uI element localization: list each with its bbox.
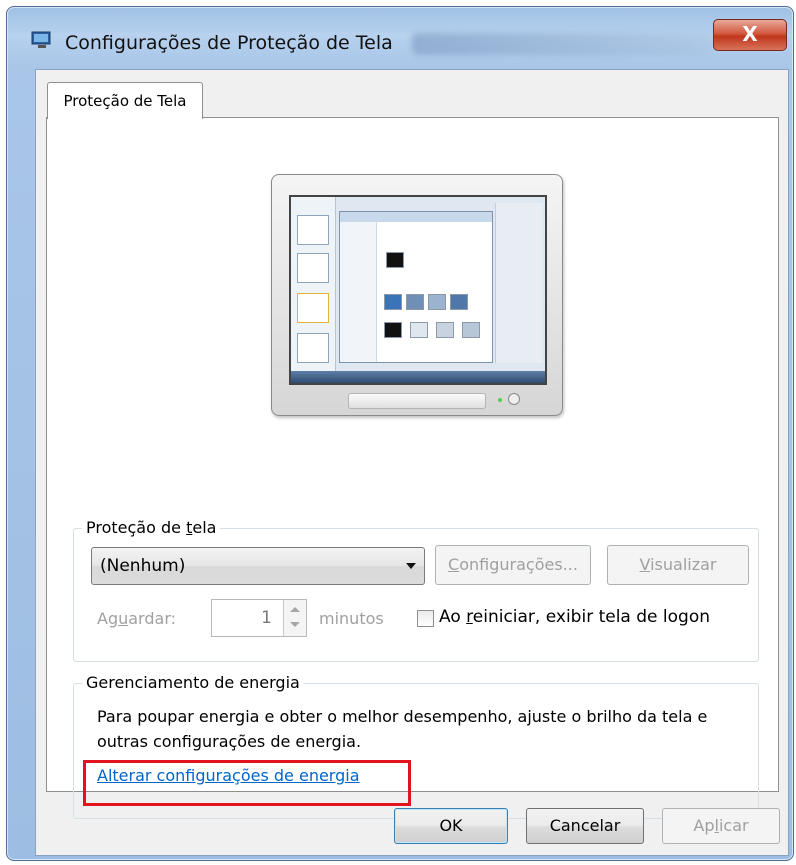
preview-inner-window [339, 211, 493, 363]
stepper-down-icon[interactable] [290, 622, 300, 627]
logon-on-resume-checkbox[interactable] [417, 610, 434, 627]
background-window-blur [412, 33, 712, 55]
tab-panel: Proteção de tela (Nenhum) Configurações.… [46, 117, 779, 819]
screensaver-app-icon [31, 31, 51, 48]
window-title: Configurações de Proteção de Tela [65, 32, 393, 54]
logon-on-resume-label[interactable]: Ao reiniciar, exibir tela de logon [439, 607, 710, 627]
preview-slide-thumb [297, 333, 329, 363]
preview-thumb [428, 294, 446, 310]
monitor-preview [271, 174, 563, 416]
preview-thumb [386, 252, 404, 268]
preview-side-panel [495, 203, 542, 363]
chevron-down-icon [406, 563, 416, 569]
power-group-label: Gerenciamento de energia [82, 673, 304, 692]
preview-thumb [384, 322, 402, 338]
preview-thumb [406, 294, 424, 310]
preview-taskbar [291, 371, 545, 383]
preview-slide-thumb [297, 215, 329, 245]
title-bar[interactable]: Configurações de Proteção de Tela X [7, 7, 793, 67]
preview-slide-pane [291, 197, 336, 383]
preview-thumb [450, 294, 468, 310]
settings-button[interactable]: Configurações... [435, 545, 591, 585]
preview-window-bar [340, 212, 492, 222]
tab-protecao-de-tela[interactable]: Proteção de Tela [47, 82, 203, 119]
close-button[interactable]: X [713, 19, 787, 51]
wait-minutes-stepper[interactable]: 1 [211, 599, 307, 637]
preview-thumb [410, 322, 428, 338]
preview-slide-thumb [297, 293, 329, 323]
stepper-up-icon[interactable] [290, 607, 300, 612]
preview-nav-pane [340, 222, 377, 362]
dialog-window: Configurações de Proteção de Tela X Prot… [6, 6, 794, 861]
ok-button[interactable]: OK [394, 808, 508, 844]
screensaver-group-label: Proteção de tela [82, 518, 221, 537]
apply-button[interactable]: Aplicar [662, 808, 780, 844]
cancel-button[interactable]: Cancelar [526, 808, 644, 844]
screensaver-select-value: (Nenhum) [100, 556, 186, 576]
minutes-label: minutos [319, 609, 384, 628]
preview-slide-thumb [297, 253, 329, 283]
preview-screen [289, 195, 547, 385]
monitor-bezel-bottom [348, 393, 486, 409]
power-led-icon [498, 398, 502, 402]
stepper-buttons[interactable] [283, 600, 306, 636]
client-area: Proteção de Tela Proteção de tela (Nenhu… [35, 69, 789, 856]
wait-label: Aguardar: [97, 609, 176, 628]
preview-button[interactable]: Visualizar [607, 545, 749, 585]
wait-minutes-value: 1 [261, 608, 272, 628]
power-description: Para poupar energia e obter o melhor des… [97, 707, 708, 751]
screensaver-select[interactable]: (Nenhum) [91, 547, 425, 585]
power-button-icon [508, 393, 520, 405]
change-power-settings-link[interactable]: Alterar configurações de energia [97, 766, 360, 785]
preview-thumb [436, 322, 454, 338]
preview-thumb [384, 294, 402, 310]
preview-thumb [462, 322, 480, 338]
